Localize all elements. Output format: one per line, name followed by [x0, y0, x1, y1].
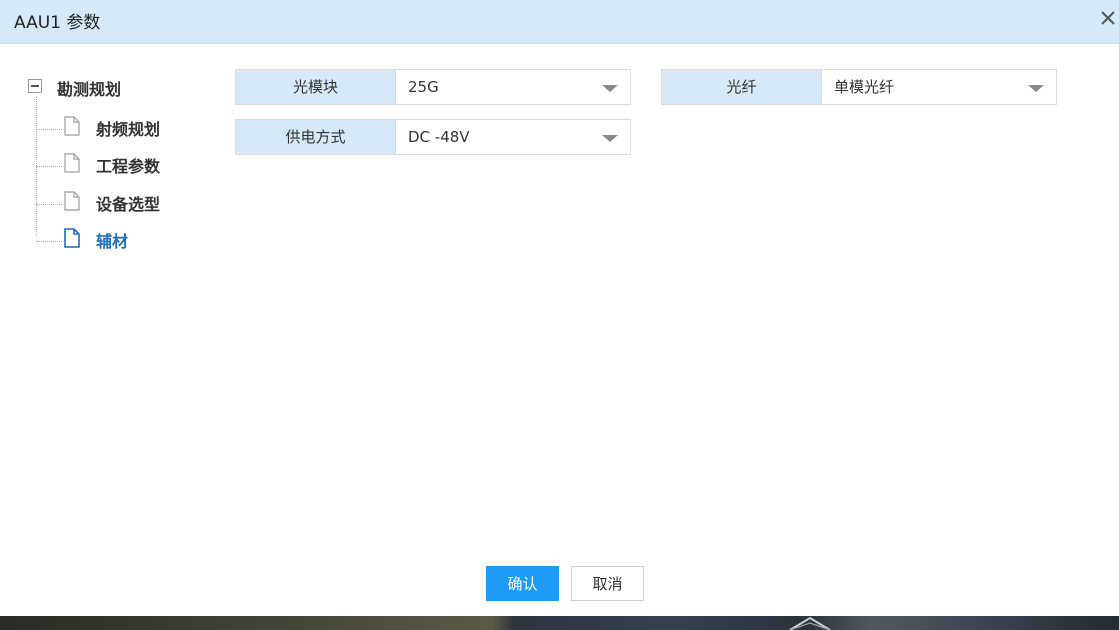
- tree-item-equipment-selection[interactable]: 设备选型: [36, 187, 196, 215]
- cancel-button[interactable]: 取消: [571, 566, 644, 601]
- minus-square-icon[interactable]: [28, 79, 42, 93]
- dialog-header: AAU1 参数: [0, 0, 1119, 44]
- caret-down-icon[interactable]: [1028, 85, 1044, 92]
- background-decoration: [789, 616, 831, 630]
- dialog-title: AAU1 参数: [14, 13, 101, 33]
- confirm-button[interactable]: 确认: [486, 566, 559, 601]
- aau-params-dialog: AAU1 参数 勘测规划 射频规划 工程参数 设备选型 辅材 光模块 25G 光…: [0, 0, 1119, 616]
- fiber-select[interactable]: 光纤 单模光纤: [661, 69, 1057, 105]
- tree-branch-line: [36, 129, 62, 130]
- tree-branch-line: [36, 241, 62, 242]
- tree-branch-line: [36, 204, 62, 205]
- tree-root-label: 勘测规划: [57, 80, 122, 99]
- field-label-optical-module: 光模块: [236, 70, 396, 104]
- tree-branch-line: [36, 166, 62, 167]
- background-scene-strip: [0, 616, 1119, 630]
- field-value-power-supply[interactable]: DC -48V: [408, 120, 470, 154]
- tree-item-label: 工程参数: [96, 157, 161, 176]
- tree-item-auxiliary-materials[interactable]: 辅材: [36, 224, 196, 252]
- power-supply-select[interactable]: 供电方式 DC -48V: [235, 119, 631, 155]
- document-icon: [63, 228, 81, 252]
- optical-module-select[interactable]: 光模块 25G: [235, 69, 631, 105]
- caret-down-icon[interactable]: [602, 85, 618, 92]
- field-label-power-supply: 供电方式: [236, 120, 396, 154]
- field-value-fiber[interactable]: 单模光纤: [834, 70, 894, 104]
- tree-root-survey-planning[interactable]: 勘测规划: [26, 72, 166, 100]
- document-icon: [63, 191, 81, 215]
- caret-down-icon[interactable]: [602, 135, 618, 142]
- tree-item-label: 射频规划: [96, 120, 161, 139]
- field-value-optical-module[interactable]: 25G: [408, 70, 439, 104]
- tree-item-rf-planning[interactable]: 射频规划: [36, 112, 196, 140]
- close-icon[interactable]: [1097, 5, 1119, 31]
- document-icon: [63, 153, 81, 177]
- field-label-fiber: 光纤: [662, 70, 822, 104]
- document-icon: [63, 116, 81, 140]
- tree-item-label: 辅材: [96, 232, 129, 251]
- tree-item-engineering-params[interactable]: 工程参数: [36, 149, 196, 177]
- tree-item-label: 设备选型: [96, 195, 161, 214]
